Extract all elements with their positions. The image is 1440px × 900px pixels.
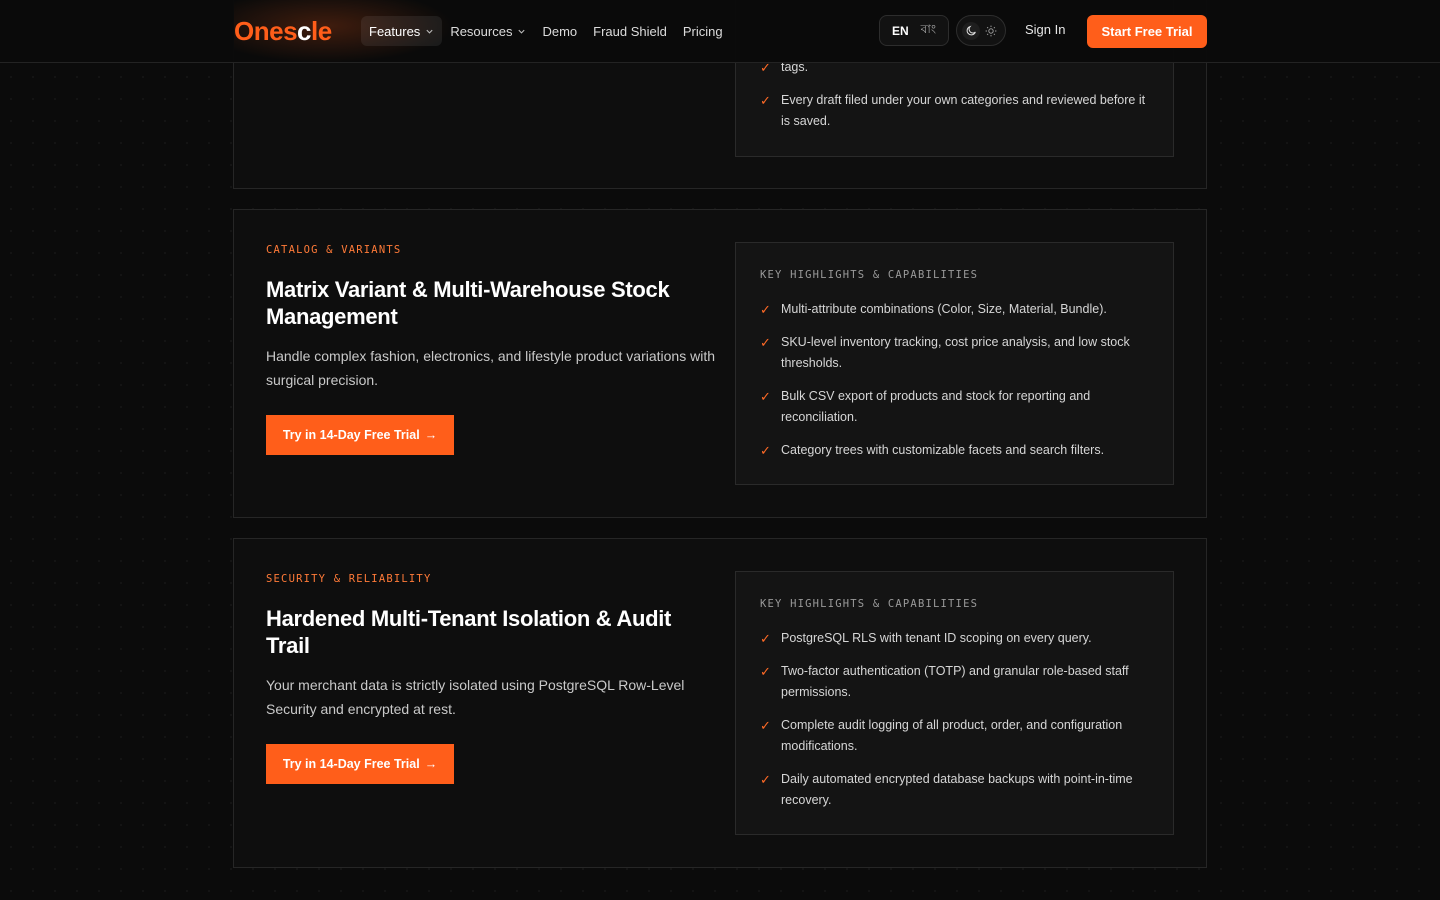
list-item: ✓ Multi-attribute combinations (Color, S… — [760, 299, 1149, 320]
check-icon: ✓ — [760, 772, 771, 787]
list-item: ✓ Category trees with customizable facet… — [760, 440, 1149, 461]
try-free-trial-button[interactable]: Try in 14-Day Free Trial → — [266, 744, 454, 784]
highlights-box: KEY HIGHLIGHTS & CAPABILITIES ✓ PostgreS… — [735, 571, 1174, 835]
check-icon: ✓ — [760, 335, 771, 350]
check-icon: ✓ — [760, 443, 771, 458]
list-item: ✓ Daily automated encrypted database bac… — [760, 769, 1149, 811]
sign-in-link[interactable]: Sign In — [1025, 22, 1065, 37]
nav-pricing[interactable]: Pricing — [675, 16, 731, 46]
theme-switch — [956, 15, 1006, 46]
list-item: ✓ SKU-level inventory tracking, cost pri… — [760, 332, 1149, 374]
highlight-text: Two-factor authentication (TOTP) and gra… — [781, 664, 1129, 699]
check-icon: ✓ — [760, 664, 771, 679]
arrow-right-icon: → — [424, 757, 438, 771]
nav-label: Fraud Shield — [593, 23, 667, 39]
list-item: ✓ PostgreSQL RLS with tenant ID scoping … — [760, 628, 1149, 649]
nav-label: Features — [369, 23, 421, 39]
language-switch: EN বাং — [879, 15, 949, 46]
main-nav: Features Resources Demo Fraud Shield Pri… — [361, 16, 731, 46]
button-label: Try in 14-Day Free Trial — [282, 757, 420, 771]
highlights-list: ✓ tags. ✓ Every draft filed under your o… — [760, 57, 1149, 132]
nav-label: Pricing — [682, 23, 723, 39]
check-icon: ✓ — [760, 302, 771, 317]
highlight-text: Daily automated encrypted database backu… — [781, 772, 1133, 807]
start-free-trial-button[interactable]: Start Free Trial — [1087, 15, 1207, 48]
sun-icon[interactable] — [982, 22, 1000, 40]
feature-intro: CATALOG & VARIANTS Matrix Variant & Mult… — [266, 244, 716, 455]
list-item: ✓ Every draft filed under your own categ… — [760, 90, 1149, 132]
highlight-text: Bulk CSV export of products and stock fo… — [781, 389, 1091, 424]
section-kicker: SECURITY & RELIABILITY — [266, 573, 432, 585]
brand-logo[interactable]: Onescle — [234, 14, 332, 48]
chevron-down-icon — [518, 29, 526, 34]
list-item: ✓ Bulk CSV export of products and stock … — [760, 386, 1149, 428]
feature-card-catalog: CATALOG & VARIANTS Matrix Variant & Mult… — [233, 209, 1207, 518]
feature-intro: SECURITY & RELIABILITY Hardened Multi-Te… — [266, 573, 716, 784]
highlight-text: Category trees with customizable facets … — [781, 443, 1105, 457]
moon-icon[interactable] — [962, 21, 980, 40]
list-item: ✓ Two-factor authentication (TOTP) and g… — [760, 661, 1149, 703]
feature-description: Handle complex fashion, electronics, and… — [266, 348, 716, 388]
check-icon: ✓ — [760, 389, 771, 404]
arrow-right-icon: → — [424, 428, 438, 442]
highlight-text: SKU-level inventory tracking, cost price… — [781, 335, 1130, 370]
highlight-text: Complete audit logging of all product, o… — [781, 718, 1123, 753]
feature-card-security: SECURITY & RELIABILITY Hardened Multi-Te… — [233, 538, 1207, 868]
lang-en-option[interactable]: EN — [888, 21, 913, 41]
navbar-container: Onescle Features Resources Demo Fraud Sh… — [234, 0, 1207, 66]
highlights-box: KEY HIGHLIGHTS & CAPABILITIES ✓ Multi-at… — [735, 242, 1174, 485]
nav-resources[interactable]: Resources — [442, 16, 534, 46]
check-icon: ✓ — [760, 631, 771, 646]
feature-title: Hardened Multi-Tenant Isolation & Audit … — [266, 606, 672, 658]
nav-label: Demo — [542, 23, 578, 39]
chevron-down-icon — [426, 29, 433, 34]
highlights-heading: KEY HIGHLIGHTS & CAPABILITIES — [760, 598, 979, 610]
check-icon: ✓ — [760, 93, 771, 108]
button-label: Try in 14-Day Free Trial — [282, 428, 420, 442]
feature-description: Your merchant data is strictly isolated … — [266, 677, 685, 717]
highlights-list: ✓ Multi-attribute combinations (Color, S… — [760, 299, 1149, 461]
nav-label: Resources — [450, 23, 513, 39]
highlight-text: Multi-attribute combinations (Color, Siz… — [781, 302, 1107, 316]
nav-features[interactable]: Features — [361, 16, 443, 46]
list-item: ✓ Complete audit logging of all product,… — [760, 715, 1149, 757]
highlights-list: ✓ PostgreSQL RLS with tenant ID scoping … — [760, 628, 1149, 811]
try-free-trial-button[interactable]: Try in 14-Day Free Trial → — [266, 415, 454, 455]
highlight-text: Every draft filed under your own categor… — [781, 93, 1146, 128]
nav-fraud-shield[interactable]: Fraud Shield — [585, 16, 675, 46]
section-kicker: CATALOG & VARIANTS — [266, 244, 402, 256]
check-icon: ✓ — [760, 718, 771, 733]
highlights-heading: KEY HIGHLIGHTS & CAPABILITIES — [760, 269, 979, 281]
brand-wordmark: Onescle — [234, 16, 332, 46]
nav-demo[interactable]: Demo — [534, 16, 585, 46]
feature-title: Matrix Variant & Multi-Warehouse Stock M… — [266, 277, 670, 329]
lang-bn-option[interactable]: বাং — [917, 18, 940, 44]
highlight-text: PostgreSQL RLS with tenant ID scoping on… — [781, 631, 1092, 645]
top-navbar: Onescle Features Resources Demo Fraud Sh… — [0, 0, 1440, 66]
